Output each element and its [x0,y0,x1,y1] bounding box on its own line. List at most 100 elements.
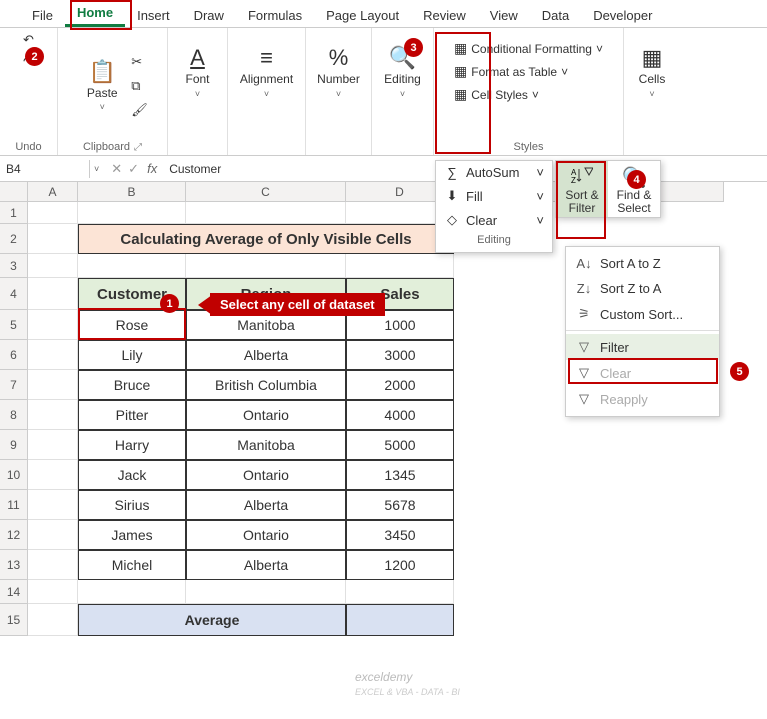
customer-cell[interactable]: Pitter [78,400,186,430]
tab-pagelayout[interactable]: Page Layout [314,4,411,27]
cell[interactable] [346,580,454,604]
cell[interactable] [186,254,346,278]
number-button[interactable]: % Number ˅ [313,32,364,112]
name-box[interactable]: B4 [0,160,90,178]
customer-cell[interactable]: Michel [78,550,186,580]
filter-item[interactable]: ▽Filter [566,334,719,360]
clear-button[interactable]: ◇Clear˅ [436,208,552,232]
sales-cell[interactable]: 2000 [346,370,454,400]
tab-draw[interactable]: Draw [182,4,236,27]
col-B[interactable]: B [78,182,186,202]
format-as-table-button[interactable]: ▦ Format as Table ˅ [450,61,607,82]
row-4[interactable]: 4 [0,278,28,310]
row-6[interactable]: 6 [0,340,28,370]
sort-za-item[interactable]: Z↓Sort Z to A [566,276,719,301]
cell[interactable] [28,550,78,580]
row-7[interactable]: 7 [0,370,28,400]
fill-button[interactable]: ⬇Fill˅ [436,184,552,208]
autosum-button[interactable]: ∑AutoSum˅ [436,161,552,184]
cell[interactable] [28,430,78,460]
fx-icon[interactable]: fx [147,161,163,176]
region-cell[interactable]: Ontario [186,460,346,490]
sort-filter-button[interactable]: AZ Sort & Filter [556,161,608,217]
customer-cell[interactable]: Rose [78,310,186,340]
cell[interactable] [28,580,78,604]
cell[interactable] [28,310,78,340]
region-cell[interactable]: Alberta [186,550,346,580]
average-value-cell[interactable] [346,604,454,636]
cell[interactable] [28,490,78,520]
sales-cell[interactable]: 5678 [346,490,454,520]
customer-cell[interactable]: Jack [78,460,186,490]
row-13[interactable]: 13 [0,550,28,580]
cell[interactable] [186,202,346,224]
format-painter-icon[interactable]: 🖌 [131,102,148,118]
cell[interactable] [28,254,78,278]
dialog-launcher-icon[interactable]: ⤢ [130,142,142,153]
cell[interactable] [28,604,78,636]
row-3[interactable]: 3 [0,254,28,278]
sales-cell[interactable]: 3450 [346,520,454,550]
region-cell[interactable]: Ontario [186,520,346,550]
tab-data[interactable]: Data [530,4,581,27]
sort-az-item[interactable]: A↓Sort A to Z [566,251,719,276]
row-10[interactable]: 10 [0,460,28,490]
row-1[interactable]: 1 [0,202,28,224]
sales-cell[interactable]: 5000 [346,430,454,460]
row-8[interactable]: 8 [0,400,28,430]
row-12[interactable]: 12 [0,520,28,550]
clear-filter-item[interactable]: ▽Clear [566,360,719,386]
cell[interactable] [28,460,78,490]
row-9[interactable]: 9 [0,430,28,460]
row-15[interactable]: 15 [0,604,28,636]
cell[interactable] [28,224,78,254]
alignment-button[interactable]: ≡ Alignment ˅ [236,32,297,112]
cell[interactable] [78,254,186,278]
cells-button[interactable]: ▦ Cells ˅ [627,32,677,112]
cell-styles-button[interactable]: ▦ Cell Styles ˅ [450,84,607,105]
customer-cell[interactable]: Harry [78,430,186,460]
row-5[interactable]: 5 [0,310,28,340]
sales-cell[interactable]: 3000 [346,340,454,370]
custom-sort-item[interactable]: ⚞Custom Sort... [566,301,719,327]
tab-file[interactable]: File [20,4,65,27]
cancel-formula-icon[interactable]: ✕ [111,161,122,177]
tab-view[interactable]: View [478,4,530,27]
cell[interactable] [28,520,78,550]
row-2[interactable]: 2 [0,224,28,254]
region-cell[interactable]: Alberta [186,490,346,520]
tab-review[interactable]: Review [411,4,478,27]
region-cell[interactable]: British Columbia [186,370,346,400]
namebox-dropdown-icon[interactable]: ˅ [90,164,103,174]
cell[interactable] [28,370,78,400]
reapply-item[interactable]: ▽Reapply [566,386,719,412]
cell[interactable] [28,340,78,370]
region-cell[interactable]: Ontario [186,400,346,430]
title-cell[interactable]: Calculating Average of Only Visible Cell… [78,224,454,254]
sales-cell[interactable]: 1200 [346,550,454,580]
sales-cell[interactable]: 4000 [346,400,454,430]
tab-home[interactable]: Home [65,1,125,27]
tab-developer[interactable]: Developer [581,4,664,27]
customer-cell[interactable]: Bruce [78,370,186,400]
cell[interactable] [78,202,186,224]
cell[interactable] [28,400,78,430]
cell[interactable] [78,580,186,604]
tab-insert[interactable]: Insert [125,4,182,27]
cell[interactable] [186,580,346,604]
font-button[interactable]: A Font ˅ [173,32,223,112]
select-all[interactable] [0,182,28,202]
enter-formula-icon[interactable]: ✓ [128,161,139,177]
col-A[interactable]: A [28,182,78,202]
sales-cell[interactable]: 1345 [346,460,454,490]
cut-icon[interactable]: ✂ [131,54,148,70]
customer-cell[interactable]: James [78,520,186,550]
paste-button[interactable]: 📋 Paste ˅ [77,46,127,126]
region-cell[interactable]: Manitoba [186,430,346,460]
cell[interactable] [346,254,454,278]
average-label-cell[interactable]: Average [78,604,346,636]
conditional-formatting-button[interactable]: ▦ Conditional Formatting ˅ [450,38,607,59]
cell[interactable] [28,278,78,310]
copy-icon[interactable]: ⧉ [131,78,148,94]
cell[interactable] [28,202,78,224]
